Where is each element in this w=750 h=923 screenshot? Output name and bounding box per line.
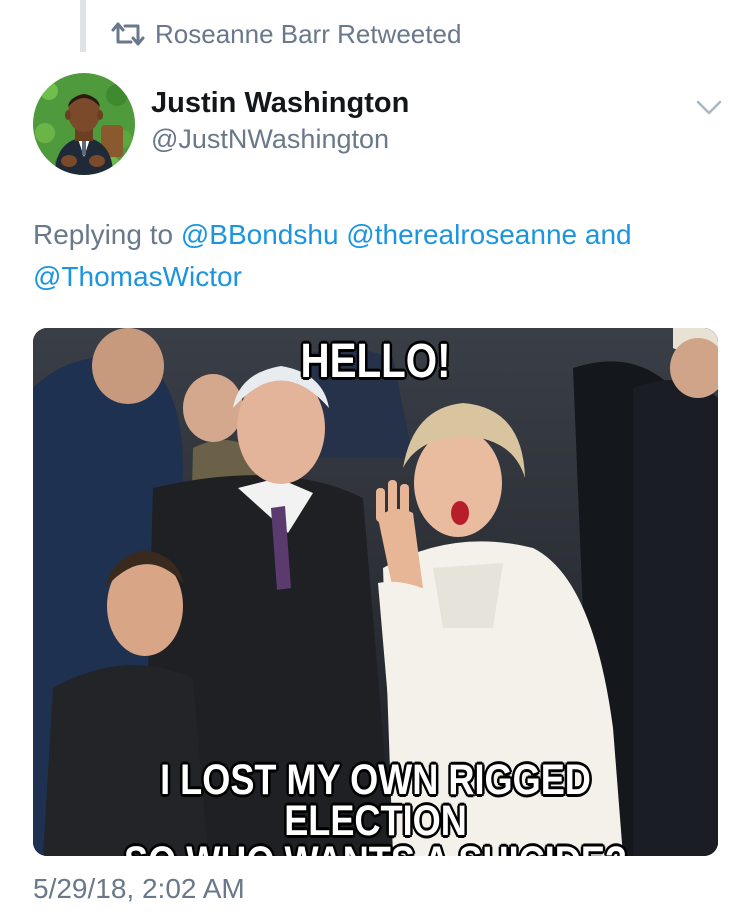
mention-link[interactable]: @ThomasWictor xyxy=(33,261,242,292)
thread-line xyxy=(80,0,86,52)
meme-top-text: HELLO! xyxy=(300,335,451,388)
reply-conjunction[interactable]: and xyxy=(585,219,632,250)
reply-context: Replying to @BBondshu @therealroseanne a… xyxy=(33,214,723,298)
mention-link[interactable]: @therealroseanne xyxy=(346,219,577,250)
retweet-label: Roseanne Barr Retweeted xyxy=(155,18,462,49)
retweet-context[interactable]: Roseanne Barr Retweeted xyxy=(110,14,461,54)
tweet-media-image[interactable]: HELLO! I LOST MY OWN RIGGED ELECTION SO … xyxy=(33,328,718,856)
author-handle[interactable]: @JustNWashington xyxy=(151,124,389,155)
retweet-icon xyxy=(111,22,145,46)
mention-link[interactable]: @BBondshu xyxy=(181,219,339,250)
meme-bottom-line: I LOST MY OWN RIGGED ELECTION xyxy=(160,756,591,845)
reply-prefix: Replying to xyxy=(33,219,174,250)
avatar[interactable] xyxy=(33,73,135,175)
meme-bottom-line: SO WHO WANTS A SUICIDE? xyxy=(88,841,663,857)
author-name[interactable]: Justin Washington xyxy=(151,87,409,120)
chevron-down-icon[interactable] xyxy=(693,96,725,118)
meme-bottom-text: I LOST MY OWN RIGGED ELECTION SO WHO WAN… xyxy=(88,756,663,857)
tweet-timestamp: 5/29/18, 2:02 AM xyxy=(33,873,245,904)
